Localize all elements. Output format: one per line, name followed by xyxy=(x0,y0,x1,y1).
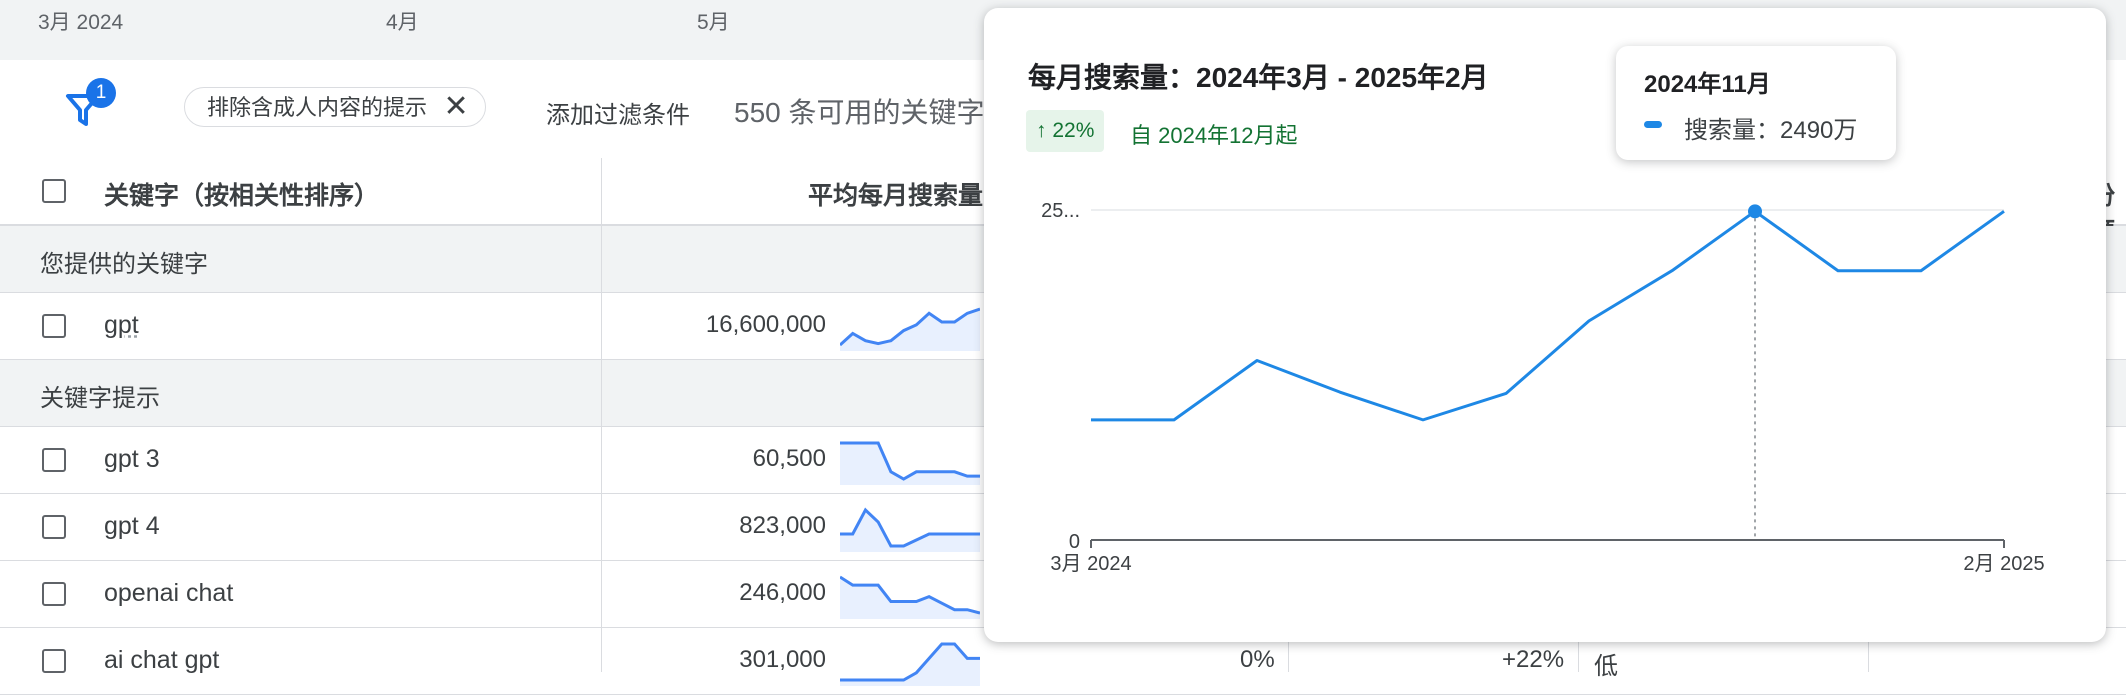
y-tick-label: 25... xyxy=(1041,200,1080,222)
volume-cell: 16,600,000 xyxy=(705,311,826,338)
close-icon[interactable]: ✕ xyxy=(441,92,471,122)
x-tick-label: 3月 2024 xyxy=(1050,553,1131,575)
series-swatch xyxy=(1644,121,1662,128)
chart-tooltip: 2024年11月 搜索量：2490万 xyxy=(1616,46,1896,160)
trend-sparkline xyxy=(840,441,980,485)
trend-sparkline xyxy=(840,307,980,351)
sparkline-area xyxy=(840,309,980,351)
trend-sparkline xyxy=(840,507,980,552)
section-label: 您提供的关键字 xyxy=(40,251,208,278)
sparkline-area xyxy=(840,443,980,485)
keyword-cell[interactable]: gpt xyxy=(104,311,139,340)
row-checkbox[interactable] xyxy=(42,582,66,606)
volume-cell: 246,000 xyxy=(739,579,826,606)
three-month-change-cell: 0% xyxy=(1240,646,1275,673)
row-checkbox[interactable] xyxy=(42,314,66,338)
volume-cell: 60,500 xyxy=(752,445,826,472)
keyword-cell: ai chat gpt xyxy=(104,646,220,674)
column-divider xyxy=(601,226,602,672)
tooltip-title: 2024年11月 xyxy=(1644,71,1771,98)
sparkline-area xyxy=(840,577,980,619)
filter-count-badge: 1 xyxy=(86,78,116,108)
column-divider xyxy=(601,158,602,224)
select-all-checkbox[interactable] xyxy=(42,179,66,203)
column-header-keyword[interactable]: 关键字（按相关性排序） xyxy=(104,176,379,212)
series-line xyxy=(1091,209,2005,422)
add-filter-button[interactable]: 添加过滤条件 xyxy=(546,95,690,130)
row-checkbox[interactable] xyxy=(42,649,66,673)
keyword-cell: openai chat xyxy=(104,579,234,607)
filter-chip[interactable]: 排除含成人内容的提示 ✕ xyxy=(184,87,487,127)
yoy-change-cell: +22% xyxy=(1502,646,1565,673)
keyword-cell: gpt 3 xyxy=(104,445,160,473)
row-checkbox[interactable] xyxy=(42,448,66,472)
competition-cell: 低 xyxy=(1594,653,1618,680)
x-tick-label: 2月 2025 xyxy=(1963,553,2044,575)
trend-sparkline xyxy=(840,575,980,619)
volume-cell: 823,000 xyxy=(739,512,826,539)
section-label: 关键字提示 xyxy=(40,385,160,412)
trend-sparkline xyxy=(840,642,980,686)
keyword-cell: gpt 4 xyxy=(104,512,160,540)
column-header-avg-searches[interactable]: 平均每月搜索量 xyxy=(808,176,983,212)
row-checkbox[interactable] xyxy=(42,515,66,539)
top-axis-label: 3月 2024 xyxy=(38,11,124,34)
monthly-searches-popup: 每月搜索量：2024年3月 - 2025年2月 ↑ 22% 自 2024年12月… xyxy=(984,8,2106,642)
filter-chip-label: 排除含成人内容的提示 xyxy=(207,95,428,120)
volume-cell: 301,000 xyxy=(739,646,826,673)
y-tick-label: 0 xyxy=(1069,531,1080,553)
top-axis-label: 5月 xyxy=(697,11,730,34)
available-keywords-count: 550 条可用的关键字 xyxy=(734,97,985,128)
tooltip-value: 搜索量：2490万 xyxy=(1684,117,1858,144)
top-axis-label: 4月 xyxy=(386,11,419,34)
search-volume-line-chart[interactable]: 0 25... 3月 2024 2月 2025 xyxy=(984,8,2106,642)
highlighted-data-point xyxy=(1748,204,1762,219)
